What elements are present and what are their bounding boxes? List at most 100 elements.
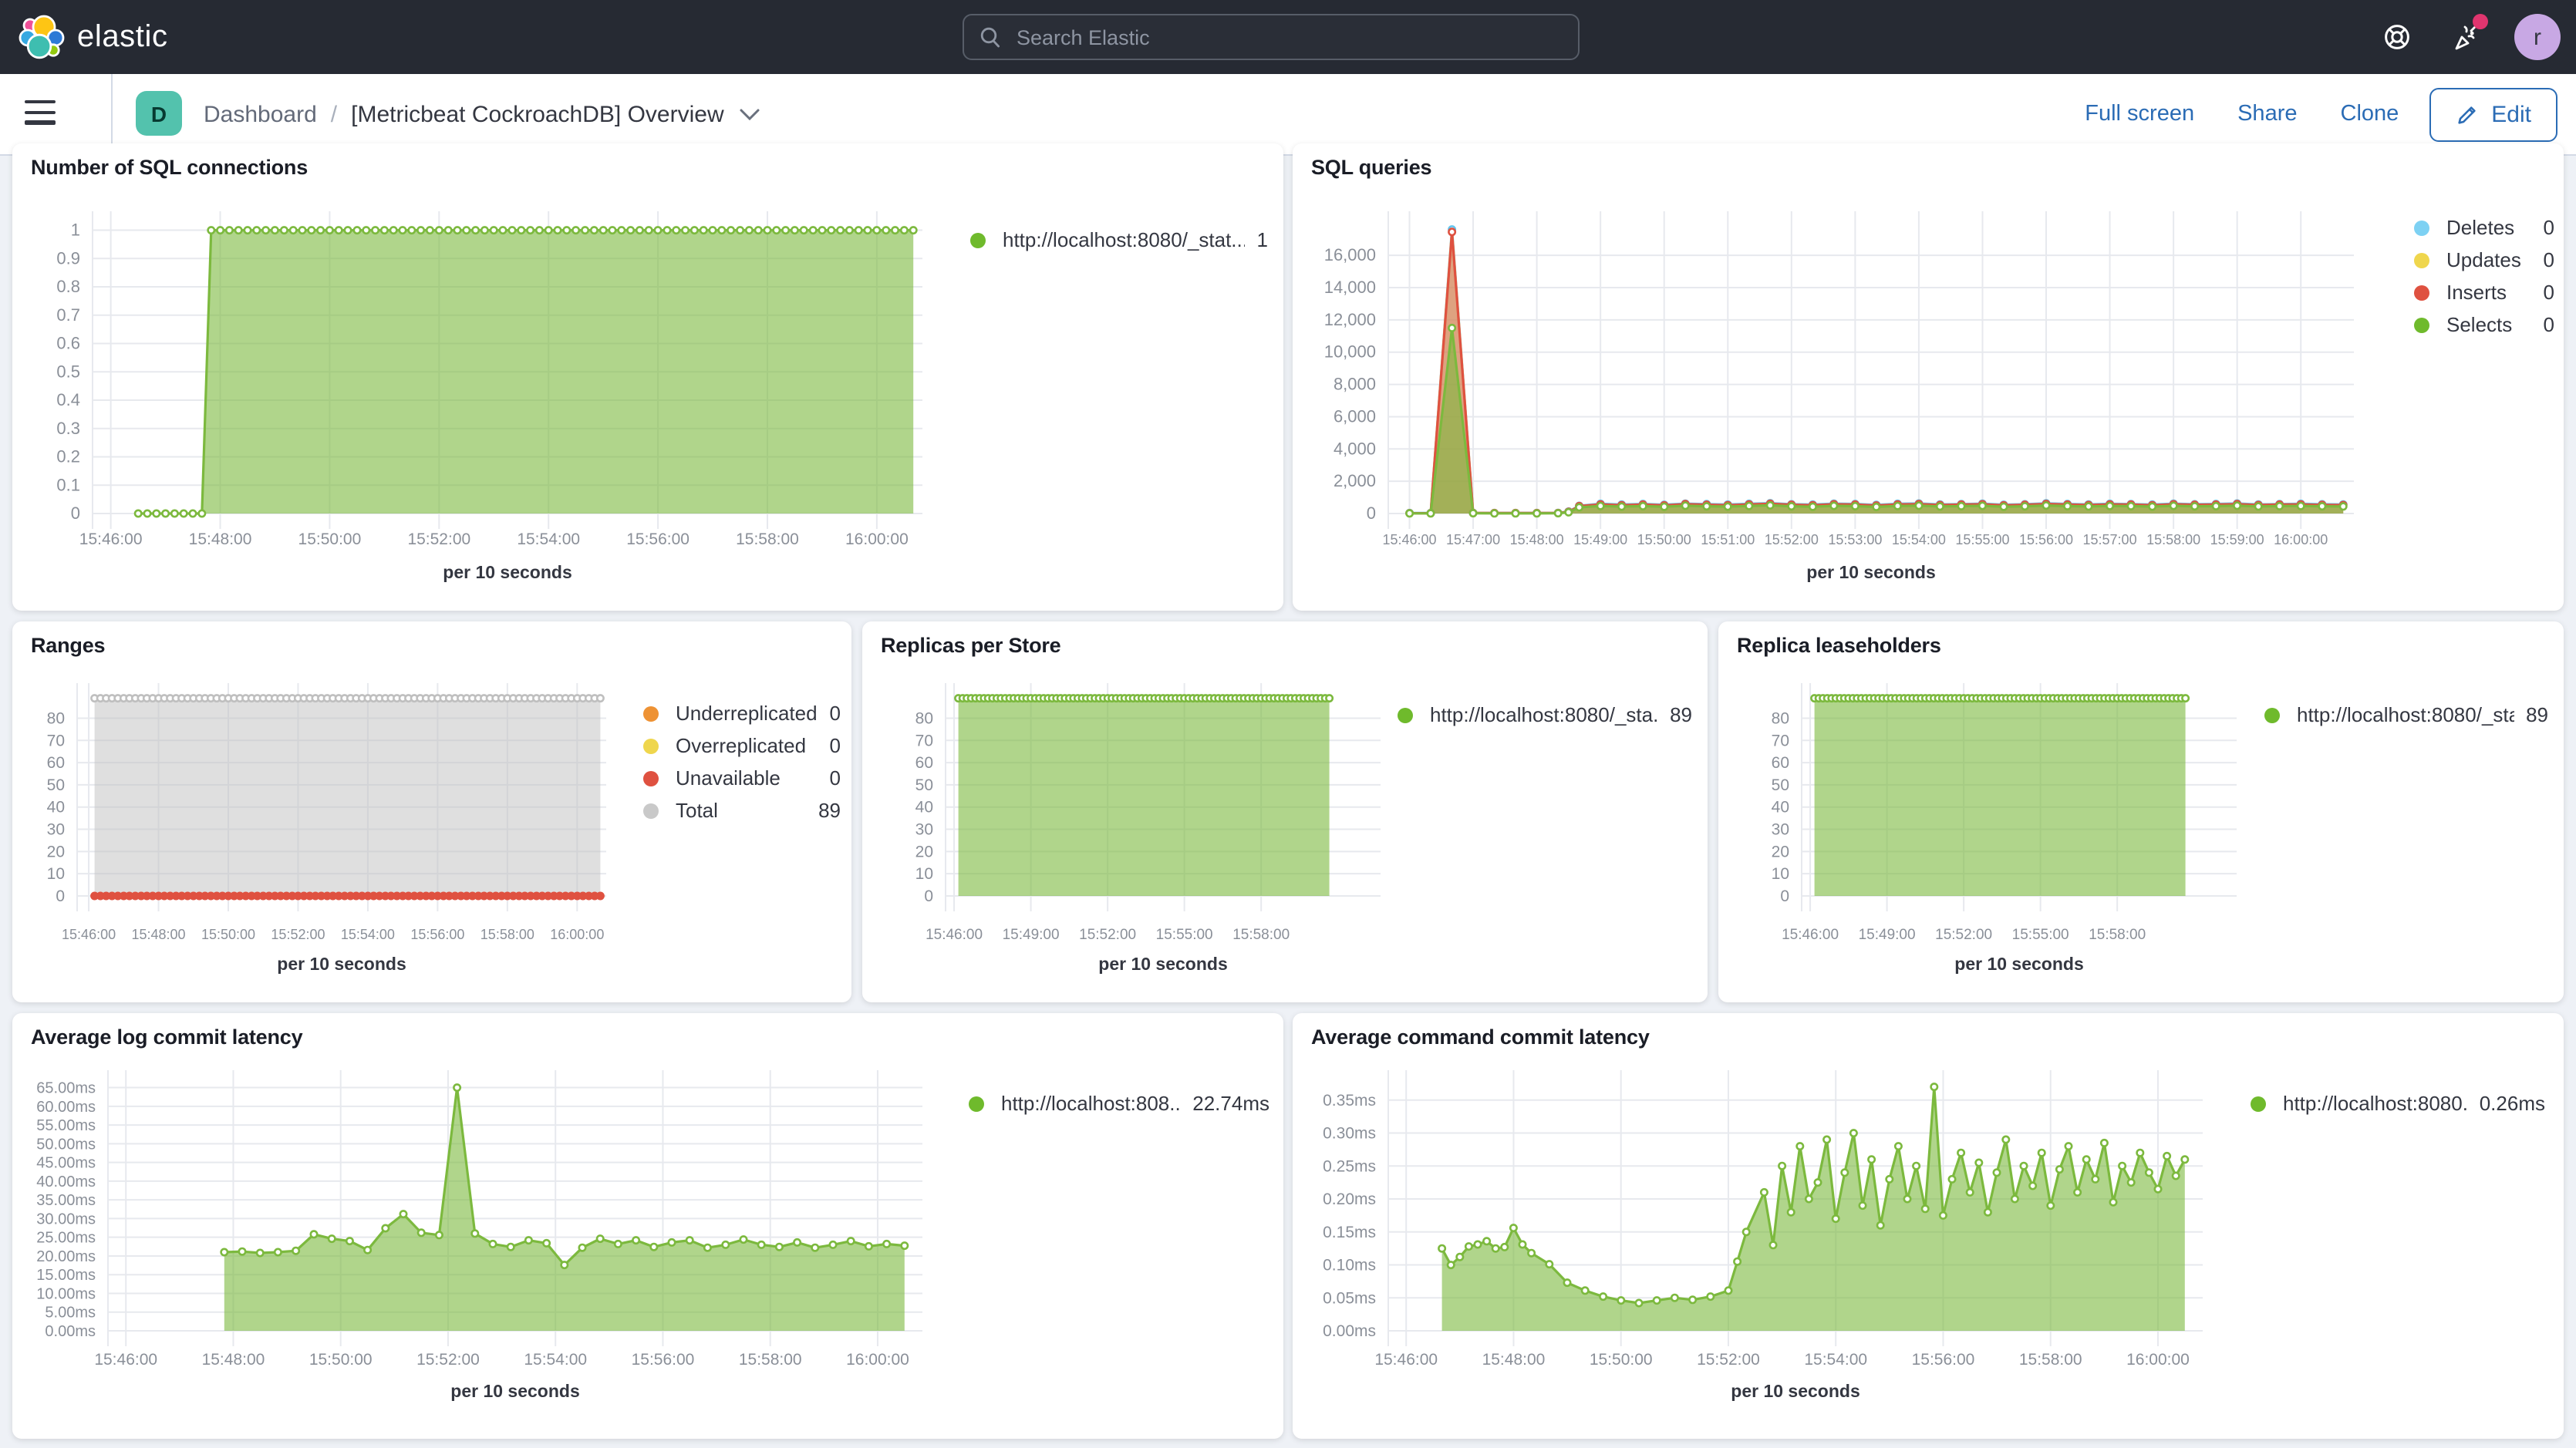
elastic-logo[interactable]: elastic xyxy=(19,14,168,60)
panel-sql-connections: Number of SQL connections 00.10.20.30.40… xyxy=(12,143,1283,611)
legend-item[interactable]: Overreplicated0 xyxy=(643,729,841,762)
legend-label: Total xyxy=(676,799,718,822)
legend-item[interactable]: http://localhost:808...22.74ms xyxy=(969,1087,1269,1120)
svg-text:2,000: 2,000 xyxy=(1334,471,1376,490)
legend-value: 22.74ms xyxy=(1180,1092,1269,1115)
sql_queries-chart[interactable]: 02,0004,0006,0008,00010,00012,00014,0001… xyxy=(1293,190,2372,594)
legend-value: 0 xyxy=(2531,281,2554,304)
ranges-chart[interactable]: 0102030405060708015:46:0015:48:0015:50:0… xyxy=(12,668,622,1002)
legend-dot-icon xyxy=(969,1096,984,1111)
panel-title: SQL queries xyxy=(1311,156,1431,179)
svg-text:15:59:00: 15:59:00 xyxy=(2210,532,2264,547)
sql_connections-chart[interactable]: 00.10.20.30.40.50.60.70.80.9115:46:0015:… xyxy=(12,190,938,594)
edit-button[interactable]: Edit xyxy=(2429,87,2557,141)
search-icon xyxy=(979,26,1001,48)
edit-label: Edit xyxy=(2491,101,2531,127)
svg-text:15:50:00: 15:50:00 xyxy=(1590,1351,1653,1369)
legend-label: Deletes xyxy=(2446,216,2514,239)
svg-text:15:48:00: 15:48:00 xyxy=(1510,532,1564,547)
svg-text:60: 60 xyxy=(47,754,65,772)
svg-text:70: 70 xyxy=(47,732,65,749)
svg-text:0.25ms: 0.25ms xyxy=(1323,1157,1376,1175)
svg-text:15:48:00: 15:48:00 xyxy=(189,530,252,548)
share-button[interactable]: Share xyxy=(2237,102,2297,126)
legend-item[interactable]: Deletes 0 xyxy=(2414,211,2554,244)
panel-title: Replicas per Store xyxy=(881,634,1061,657)
user-avatar[interactable]: r xyxy=(2514,14,2561,60)
svg-text:0.7: 0.7 xyxy=(56,305,80,325)
legend-item[interactable]: Inserts 0 xyxy=(2414,276,2554,308)
legend-item[interactable]: http://localhost:8080...0.26ms xyxy=(2251,1087,2545,1120)
svg-text:4,000: 4,000 xyxy=(1334,439,1376,458)
panel-title: Average command commit latency xyxy=(1311,1025,1650,1049)
svg-text:15:56:00: 15:56:00 xyxy=(2019,532,2073,547)
chart-legend: Deletes 0 Updates0 Inserts 0 Selects0 xyxy=(2414,211,2554,341)
news-icon[interactable] xyxy=(2453,22,2483,52)
legend-dot-icon xyxy=(643,738,659,753)
replicas_per_store-chart[interactable]: 0102030405060708015:46:0015:49:0015:52:0… xyxy=(862,668,1393,1002)
legend-item[interactable]: Underreplicated0 xyxy=(643,697,841,729)
clone-button[interactable]: Clone xyxy=(2341,102,2399,126)
svg-text:20: 20 xyxy=(1772,843,1789,860)
full-screen-button[interactable]: Full screen xyxy=(2085,102,2194,126)
svg-text:15:52:00: 15:52:00 xyxy=(1079,927,1136,943)
svg-text:15:46:00: 15:46:00 xyxy=(926,927,983,943)
svg-text:20: 20 xyxy=(47,843,65,860)
legend-label: Inserts xyxy=(2446,281,2507,304)
svg-text:10.00ms: 10.00ms xyxy=(36,1285,96,1302)
svg-text:35.00ms: 35.00ms xyxy=(36,1192,96,1209)
svg-text:0.30ms: 0.30ms xyxy=(1323,1125,1376,1143)
svg-text:16:00:00: 16:00:00 xyxy=(2274,532,2328,547)
title-caret-icon[interactable] xyxy=(740,107,761,121)
legend-item[interactable]: Total89 xyxy=(643,794,841,827)
svg-text:15:58:00: 15:58:00 xyxy=(2019,1351,2082,1369)
legend-item[interactable]: http://localhost:8080/_sta...89 xyxy=(2264,699,2548,731)
legend-item[interactable]: http://localhost:8080/_stat...1 xyxy=(970,224,1268,256)
svg-text:15:51:00: 15:51:00 xyxy=(1701,532,1755,547)
breadcrumb-dashboard[interactable]: Dashboard xyxy=(204,101,317,127)
replica_leaseholders-chart[interactable]: 0102030405060708015:46:0015:49:0015:52:0… xyxy=(1718,668,2249,1002)
svg-text:8,000: 8,000 xyxy=(1334,375,1376,394)
svg-text:60.00ms: 60.00ms xyxy=(36,1099,96,1116)
legend-item[interactable]: Updates0 xyxy=(2414,244,2554,276)
svg-text:0.35ms: 0.35ms xyxy=(1323,1092,1376,1110)
svg-text:40: 40 xyxy=(1772,799,1789,817)
avg_cmd_commit-chart[interactable]: 0.00ms0.05ms0.10ms0.15ms0.20ms0.25ms0.30… xyxy=(1293,1059,2218,1439)
legend-dot-icon xyxy=(2414,220,2429,235)
svg-text:15:46:00: 15:46:00 xyxy=(62,927,116,942)
top-navbar: elastic r xyxy=(0,0,2576,74)
legend-dot-icon xyxy=(2414,317,2429,332)
legend-label: Overreplicated xyxy=(676,734,806,757)
legend-value: 1 xyxy=(1245,228,1268,251)
x-axis-label: per 10 seconds xyxy=(1806,562,1935,582)
chart-legend: Underreplicated0Overreplicated0Unavailab… xyxy=(643,697,841,827)
dashboard-app-icon[interactable]: D xyxy=(136,91,182,136)
legend-dot-icon xyxy=(643,803,659,818)
svg-text:15.00ms: 15.00ms xyxy=(36,1267,96,1284)
svg-text:0.9: 0.9 xyxy=(56,248,80,268)
svg-text:15:52:00: 15:52:00 xyxy=(1697,1351,1760,1369)
svg-text:15:54:00: 15:54:00 xyxy=(1892,532,1946,547)
legend-label: Unavailable xyxy=(676,766,781,790)
svg-text:15:49:00: 15:49:00 xyxy=(1003,927,1060,943)
svg-text:5.00ms: 5.00ms xyxy=(45,1305,96,1322)
svg-text:15:57:00: 15:57:00 xyxy=(2083,532,2137,547)
legend-value: 0 xyxy=(2531,216,2554,239)
svg-text:30: 30 xyxy=(1772,821,1789,839)
global-search[interactable] xyxy=(963,14,1580,60)
legend-item[interactable]: Unavailable0 xyxy=(643,762,841,794)
x-axis-label: per 10 seconds xyxy=(1731,1381,1860,1401)
legend-item[interactable]: Selects0 xyxy=(2414,308,2554,341)
search-input[interactable] xyxy=(1013,24,1578,50)
menu-icon[interactable] xyxy=(25,100,56,126)
svg-text:40: 40 xyxy=(47,799,65,817)
panel-avg-log-commit-latency: Average log commit latency 0.00ms5.00ms1… xyxy=(12,1013,1283,1439)
legend-dot-icon xyxy=(1398,707,1413,722)
toolbar-actions: Full screen Share Clone Edit xyxy=(2085,74,2557,154)
avg_log_commit-chart[interactable]: 0.00ms5.00ms10.00ms15.00ms20.00ms25.00ms… xyxy=(12,1059,938,1439)
help-icon[interactable] xyxy=(2382,22,2412,52)
legend-item[interactable]: http://localhost:8080/_sta...89 xyxy=(1398,699,1692,731)
svg-text:50.00ms: 50.00ms xyxy=(36,1136,96,1153)
legend-label: http://localhost:8080... xyxy=(2283,1092,2467,1115)
svg-text:15:58:00: 15:58:00 xyxy=(1232,927,1290,943)
